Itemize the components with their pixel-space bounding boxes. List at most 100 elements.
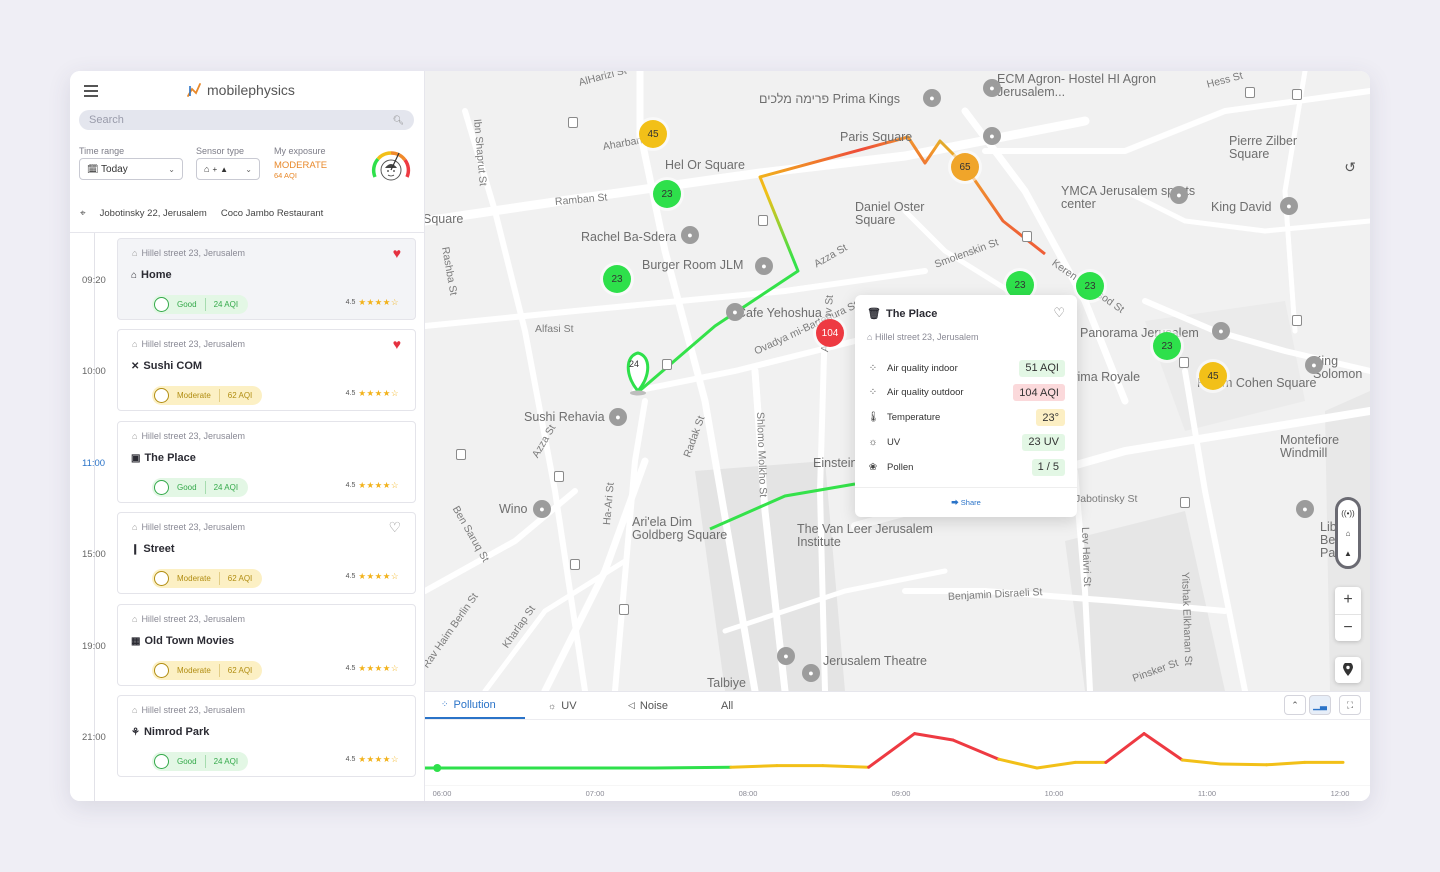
fullscreen-button[interactable]: ⛶ xyxy=(1339,695,1361,715)
tab-all[interactable]: All xyxy=(721,692,733,719)
poi-label[interactable]: Cafe Yehoshua xyxy=(737,307,857,320)
search-bar[interactable]: 🔍︎ xyxy=(79,110,414,130)
history-icon[interactable]: ↺ xyxy=(1344,159,1356,176)
aqi-marker[interactable]: 45 xyxy=(639,120,667,148)
pollution-chart[interactable] xyxy=(425,720,1370,786)
search-input[interactable] xyxy=(89,114,369,126)
poi-label[interactable]: Talbiye xyxy=(707,677,797,690)
home-icon[interactable]: ⌂ xyxy=(1346,529,1351,538)
poi-label[interactable]: Daniel Oster Square xyxy=(855,201,955,227)
search-icon[interactable]: 🔍︎ xyxy=(393,115,404,126)
poi-icon[interactable]: ● xyxy=(1170,186,1188,204)
aqi-value: 24 AQI xyxy=(213,482,239,492)
bus-stop-icon[interactable] xyxy=(1292,315,1302,326)
aqi-marker[interactable]: 65 xyxy=(951,153,979,181)
avatar-face-icon xyxy=(154,662,169,678)
timeline-card[interactable]: ⌂ Hillel street 23, Jerusalem ♡ ❙ Street Mode… xyxy=(117,512,416,595)
aqi-marker[interactable]: 23 xyxy=(1153,332,1181,360)
bus-stop-icon[interactable] xyxy=(1292,89,1302,100)
timeline-card[interactable]: ⌂ Hillel street 23, Jerusalem ♥ ✕ Sushi COM M… xyxy=(117,329,416,412)
share-button[interactable]: ⮕︎ Share xyxy=(855,497,1077,508)
aqi-status-pill: Good 24 AQI xyxy=(152,477,249,497)
tab-pollution[interactable]: ⁘ Pollution xyxy=(425,692,525,719)
bus-stop-icon[interactable] xyxy=(1245,87,1255,98)
poi-label[interactable]: Prima Royale xyxy=(1065,371,1185,384)
poi-icon[interactable]: ● xyxy=(681,226,699,244)
aqi-marker[interactable]: 23 xyxy=(1076,272,1104,300)
timeline-card[interactable]: ⌂ Hillel street 23, Jerusalem ▦ Old Town Mo… xyxy=(117,603,416,686)
poi-label[interactable]: Jerusalem Theatre xyxy=(823,655,943,668)
aqi-marker[interactable]: 23 xyxy=(653,180,681,208)
aqi-marker[interactable]: 45 xyxy=(1199,362,1227,390)
exposure-value: MODERATE xyxy=(274,160,328,171)
logo: mobilephysics xyxy=(186,81,295,99)
poi-label[interactable]: Hel Or Square xyxy=(665,159,775,172)
poi-label[interactable]: Panorama Jerusalem xyxy=(1080,327,1210,340)
poi-icon[interactable]: ● xyxy=(923,89,941,107)
zoom-out-button[interactable]: − xyxy=(1335,615,1361,642)
tab-noise[interactable]: ◁ Noise xyxy=(628,692,668,719)
poi-icon[interactable]: ● xyxy=(533,500,551,518)
bus-stop-icon[interactable] xyxy=(456,449,466,460)
menu-icon[interactable] xyxy=(84,85,98,97)
bus-stop-icon[interactable] xyxy=(570,559,580,570)
poi-icon[interactable]: ● xyxy=(726,303,744,321)
poi-label[interactable]: YMCA Jerusalem sports center xyxy=(1061,185,1211,211)
poi-icon[interactable]: ● xyxy=(755,257,773,275)
route-start-pin[interactable]: 24 xyxy=(629,359,639,369)
broadcast-icon[interactable]: ((•)) xyxy=(1341,509,1354,518)
bus-stop-icon[interactable] xyxy=(1022,231,1032,242)
aqi-marker[interactable]: 23 xyxy=(603,265,631,293)
zoom-in-button[interactable]: + xyxy=(1335,587,1361,615)
poi-label[interactable]: Square xyxy=(425,213,483,226)
venue-icon: 🗑︎ xyxy=(867,308,881,320)
bus-stop-icon[interactable] xyxy=(554,471,564,482)
mountain-icon[interactable]: ▲ xyxy=(1344,549,1352,558)
poi-label[interactable]: Paris Square xyxy=(840,131,960,144)
current-location[interactable]: ⌖ Jobotinsky 22, Jerusalem Coco Jambo Re… xyxy=(80,208,323,219)
bus-stop-icon[interactable] xyxy=(1179,357,1189,368)
time-range-select[interactable]: 🗓︎ Today ⌄ xyxy=(79,158,183,180)
poi-icon[interactable]: ● xyxy=(609,408,627,426)
map[interactable]: AlHarizi St Ibn Shaprut St Aharbanel St Ram… xyxy=(425,71,1370,691)
favorite-heart-icon[interactable]: ♥ xyxy=(393,336,401,352)
sensor-toggle[interactable]: ((•)) ⌂ ▲ xyxy=(1335,497,1361,569)
poi-icon[interactable]: ● xyxy=(1212,322,1230,340)
poi-icon[interactable]: ● xyxy=(802,664,820,682)
locate-button[interactable] xyxy=(1335,657,1361,683)
poi-label[interactable]: The Van Leer Jerusalem Institute xyxy=(797,523,947,549)
poi-icon[interactable]: ● xyxy=(983,79,1001,97)
divider xyxy=(218,572,220,586)
timeline-card[interactable]: ⌂ Hillel street 23, Jerusalem ⚘ Nimrod Park… xyxy=(117,695,416,777)
aqi-marker[interactable]: 104 xyxy=(816,319,844,347)
poi-label[interactable]: פרימה מלכים Prima Kings xyxy=(759,93,919,106)
timeline-card[interactable]: ⌂ Hillel street 23, Jerusalem ▣ The Place Go… xyxy=(117,420,416,503)
timeline-card[interactable]: ⌂ Hillel street 23, Jerusalem ♥ ⌂ Home Good 24… xyxy=(117,238,416,320)
bus-stop-icon[interactable] xyxy=(662,359,672,370)
exposure-gauge xyxy=(371,151,411,181)
poi-label[interactable]: King David xyxy=(1211,201,1331,214)
chart-line-segment xyxy=(1104,732,1146,764)
poi-icon[interactable]: ● xyxy=(1280,197,1298,215)
chart-view-button[interactable]: ▁▃ xyxy=(1309,695,1331,715)
poi-icon[interactable]: ● xyxy=(983,127,1001,145)
poi-icon[interactable]: ● xyxy=(1296,500,1314,518)
tab-uv[interactable]: ☼ UV xyxy=(548,692,577,719)
poi-label[interactable]: Ari'ela Dim Goldberg Square xyxy=(632,516,732,542)
place-popup: 🗑︎ The Place ♡ ⌂ Hillel street 23, Jerusa… xyxy=(855,295,1077,517)
poi-label[interactable]: Pierre Zilber Square xyxy=(1229,135,1339,161)
poi-label[interactable]: ECM Agron- Hostel HI Agron Jerusalem... xyxy=(997,73,1187,99)
poi-label[interactable]: Montefiore Windmill xyxy=(1280,434,1370,460)
chart-current-point[interactable] xyxy=(433,764,442,772)
favorite-heart-icon[interactable]: ♡ xyxy=(1053,305,1065,321)
bus-stop-icon[interactable] xyxy=(568,117,578,128)
bus-stop-icon[interactable] xyxy=(758,215,768,226)
collapse-button[interactable]: ⌃ xyxy=(1284,695,1306,715)
favorite-heart-icon[interactable]: ♥ xyxy=(393,245,401,261)
bus-stop-icon[interactable] xyxy=(619,604,629,615)
bus-stop-icon[interactable] xyxy=(1180,497,1190,508)
poi-icon[interactable]: ● xyxy=(777,647,795,665)
poi-icon[interactable]: ● xyxy=(1305,356,1323,374)
favorite-heart-icon[interactable]: ♡ xyxy=(388,519,401,536)
sensor-type-select[interactable]: ⌂ + ▲ ⌄ xyxy=(196,158,260,180)
